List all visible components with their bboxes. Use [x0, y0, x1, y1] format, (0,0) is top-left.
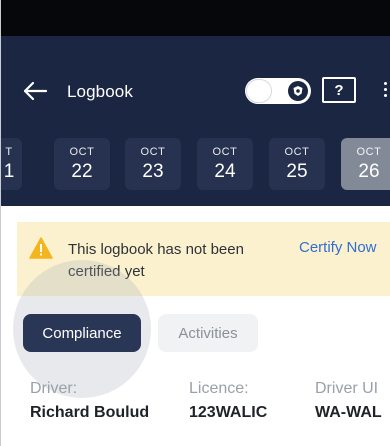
- driver-label: Driver:: [30, 380, 78, 397]
- back-arrow-icon[interactable]: [21, 77, 49, 105]
- more-vertical-icon[interactable]: [384, 82, 388, 100]
- date-month: OCT: [212, 145, 238, 158]
- status-bar: [1, 0, 390, 36]
- date-day: 24: [214, 160, 236, 182]
- date-item[interactable]: OCT 22: [54, 138, 110, 190]
- date-month: OCT: [356, 145, 382, 158]
- app-screen: Logbook ? T 1 OCT 22 OCT 23 OCT 24 OCT 2…: [0, 0, 390, 446]
- tab-compliance[interactable]: Compliance: [23, 314, 141, 352]
- date-month: OCT: [140, 145, 166, 158]
- page-title: Logbook: [67, 82, 133, 101]
- tab-activities[interactable]: Activities: [158, 314, 258, 352]
- date-month: OCT: [284, 145, 310, 158]
- date-item-selected[interactable]: OCT 26: [341, 138, 390, 190]
- warning-icon: [29, 237, 53, 259]
- driver-value: Richard Boulud: [30, 404, 150, 421]
- date-item[interactable]: T 1: [1, 138, 22, 190]
- date-day: 23: [142, 160, 164, 182]
- licence-label: Licence:: [189, 380, 249, 397]
- date-day: 25: [286, 160, 308, 182]
- driver-id-value: WA-WAL: [315, 404, 382, 421]
- date-day: 22: [71, 160, 93, 182]
- date-month: OCT: [69, 145, 95, 158]
- toggle-knob: [247, 80, 271, 102]
- date-item[interactable]: OCT 24: [197, 138, 253, 190]
- mode-toggle[interactable]: [245, 78, 311, 104]
- certify-now-link[interactable]: Certify Now: [299, 239, 377, 256]
- driver-id-label: Driver UI: [315, 380, 379, 397]
- date-month: T: [5, 145, 13, 158]
- date-day: 1: [3, 160, 15, 182]
- date-item[interactable]: OCT 23: [125, 138, 181, 190]
- date-item[interactable]: OCT 25: [269, 138, 325, 190]
- licence-value: 123WALIC: [189, 404, 268, 421]
- date-day: 26: [358, 160, 380, 182]
- help-button[interactable]: ?: [322, 77, 356, 103]
- arrow-left-icon: [23, 81, 48, 101]
- date-strip[interactable]: T 1 OCT 22 OCT 23 OCT 24 OCT 25 OCT 26: [1, 138, 390, 194]
- shield-icon: [288, 81, 308, 101]
